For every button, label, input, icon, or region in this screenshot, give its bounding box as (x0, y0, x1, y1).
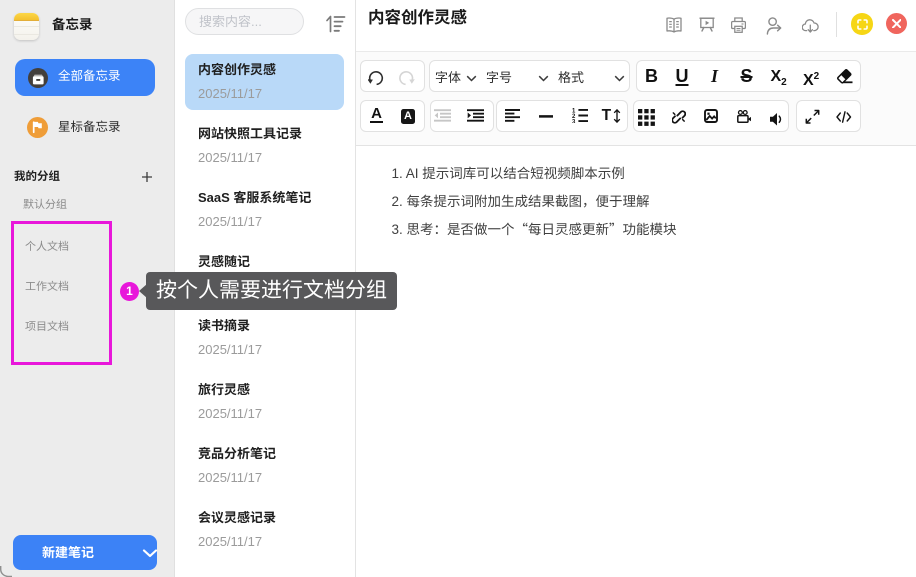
svg-text:3: 3 (572, 120, 576, 124)
